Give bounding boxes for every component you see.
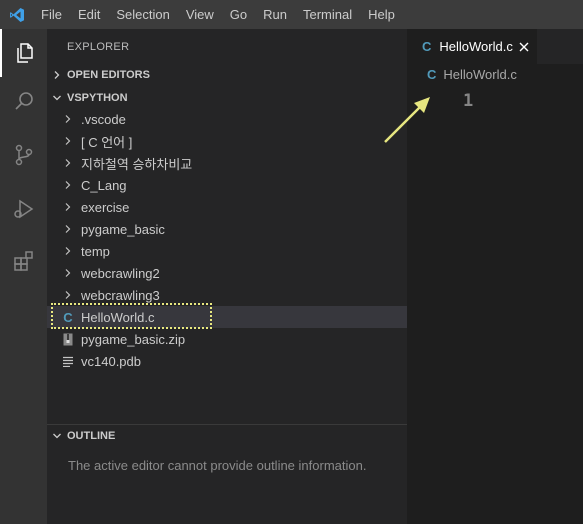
c-file-icon: C (427, 67, 437, 82)
extensions-icon[interactable] (0, 237, 47, 285)
chevron-right-icon (61, 158, 75, 168)
folder-item[interactable]: exercise (47, 196, 407, 218)
files-icon[interactable] (0, 29, 47, 77)
workspace-label: VSPYTHON (67, 92, 128, 104)
zip-file-icon (61, 333, 75, 346)
outline-section[interactable]: OUTLINE (47, 425, 407, 447)
folder-item[interactable]: webcrawling2 (47, 262, 407, 284)
vscode-logo-icon (0, 0, 33, 29)
tab-helloworld[interactable]: C HelloWorld.c (407, 29, 537, 64)
chevron-right-icon (61, 180, 75, 190)
menu-edit[interactable]: Edit (70, 0, 108, 29)
folder-label: webcrawling2 (81, 265, 160, 281)
menu-help[interactable]: Help (360, 0, 403, 29)
chevron-right-icon (61, 114, 75, 124)
chevron-down-icon (47, 93, 67, 103)
c-file-icon: C (422, 39, 432, 54)
folder-item[interactable]: .vscode (47, 108, 407, 130)
search-icon[interactable] (0, 77, 47, 125)
chevron-down-icon (47, 431, 67, 441)
c-file-icon: C (63, 309, 73, 325)
folder-item[interactable]: 지하철역 승하차비교 (47, 152, 407, 174)
folder-label: exercise (81, 199, 130, 215)
text-lines-icon (61, 356, 75, 367)
explorer-sidebar: EXPLORER OPEN EDITORS VSPYTHON .vscode [… (47, 29, 407, 524)
outline-label: OUTLINE (67, 430, 116, 442)
file-item-zip[interactable]: pygame_basic.zip (47, 328, 407, 350)
open-editors-section[interactable]: OPEN EDITORS (47, 64, 407, 86)
breadcrumb[interactable]: C HelloWorld.c (427, 67, 517, 82)
folder-item[interactable]: pygame_basic (47, 218, 407, 240)
breadcrumb-label: HelloWorld.c (443, 67, 517, 82)
chevron-right-icon (61, 290, 75, 300)
menu-run[interactable]: Run (255, 0, 295, 29)
chevron-right-icon (61, 268, 75, 278)
activity-bar (0, 29, 47, 524)
menu-view[interactable]: View (178, 0, 222, 29)
folder-item[interactable]: webcrawling3 (47, 284, 407, 306)
file-item-helloworld[interactable]: C HelloWorld.c (47, 306, 407, 328)
folder-label: .vscode (81, 111, 126, 127)
file-label: HelloWorld.c (81, 309, 155, 325)
line-number: 1 (463, 91, 474, 111)
menu-selection[interactable]: Selection (108, 0, 177, 29)
source-control-icon[interactable] (0, 131, 47, 179)
folder-item[interactable]: C_Lang (47, 174, 407, 196)
explorer-title: EXPLORER (67, 41, 130, 53)
menu-terminal[interactable]: Terminal (295, 0, 360, 29)
menu-bar: File Edit Selection View Go Run Terminal… (33, 0, 403, 29)
menu-go[interactable]: Go (222, 0, 255, 29)
folder-label: pygame_basic (81, 221, 165, 237)
chevron-right-icon (47, 70, 67, 80)
chevron-right-icon (61, 224, 75, 234)
folder-label: temp (81, 243, 110, 259)
editor-area: C HelloWorld.c C HelloWorld.c 1 (407, 29, 583, 524)
run-debug-icon[interactable] (0, 185, 47, 233)
chevron-right-icon (61, 202, 75, 212)
outline-message: The active editor cannot provide outline… (68, 458, 367, 473)
folder-item[interactable]: [ C 언어 ] (47, 130, 407, 152)
tab-bar: C HelloWorld.c (407, 29, 583, 64)
tab-label: HelloWorld.c (439, 39, 513, 54)
file-label: pygame_basic.zip (81, 331, 186, 347)
file-label: vc140.pdb (81, 353, 141, 369)
folder-label: 지하철역 승하차비교 (81, 156, 193, 172)
chevron-right-icon (61, 246, 75, 256)
title-bar: File Edit Selection View Go Run Terminal… (0, 0, 583, 29)
close-icon[interactable] (519, 42, 529, 52)
workspace-section[interactable]: VSPYTHON (47, 87, 407, 109)
chevron-right-icon (61, 136, 75, 146)
open-editors-label: OPEN EDITORS (67, 69, 150, 81)
folder-item[interactable]: temp (47, 240, 407, 262)
folder-label: webcrawling3 (81, 287, 160, 303)
menu-file[interactable]: File (33, 0, 70, 29)
folder-label: [ C 언어 ] (81, 134, 133, 150)
folder-label: C_Lang (81, 177, 127, 193)
file-item-pdb[interactable]: vc140.pdb (47, 350, 407, 372)
